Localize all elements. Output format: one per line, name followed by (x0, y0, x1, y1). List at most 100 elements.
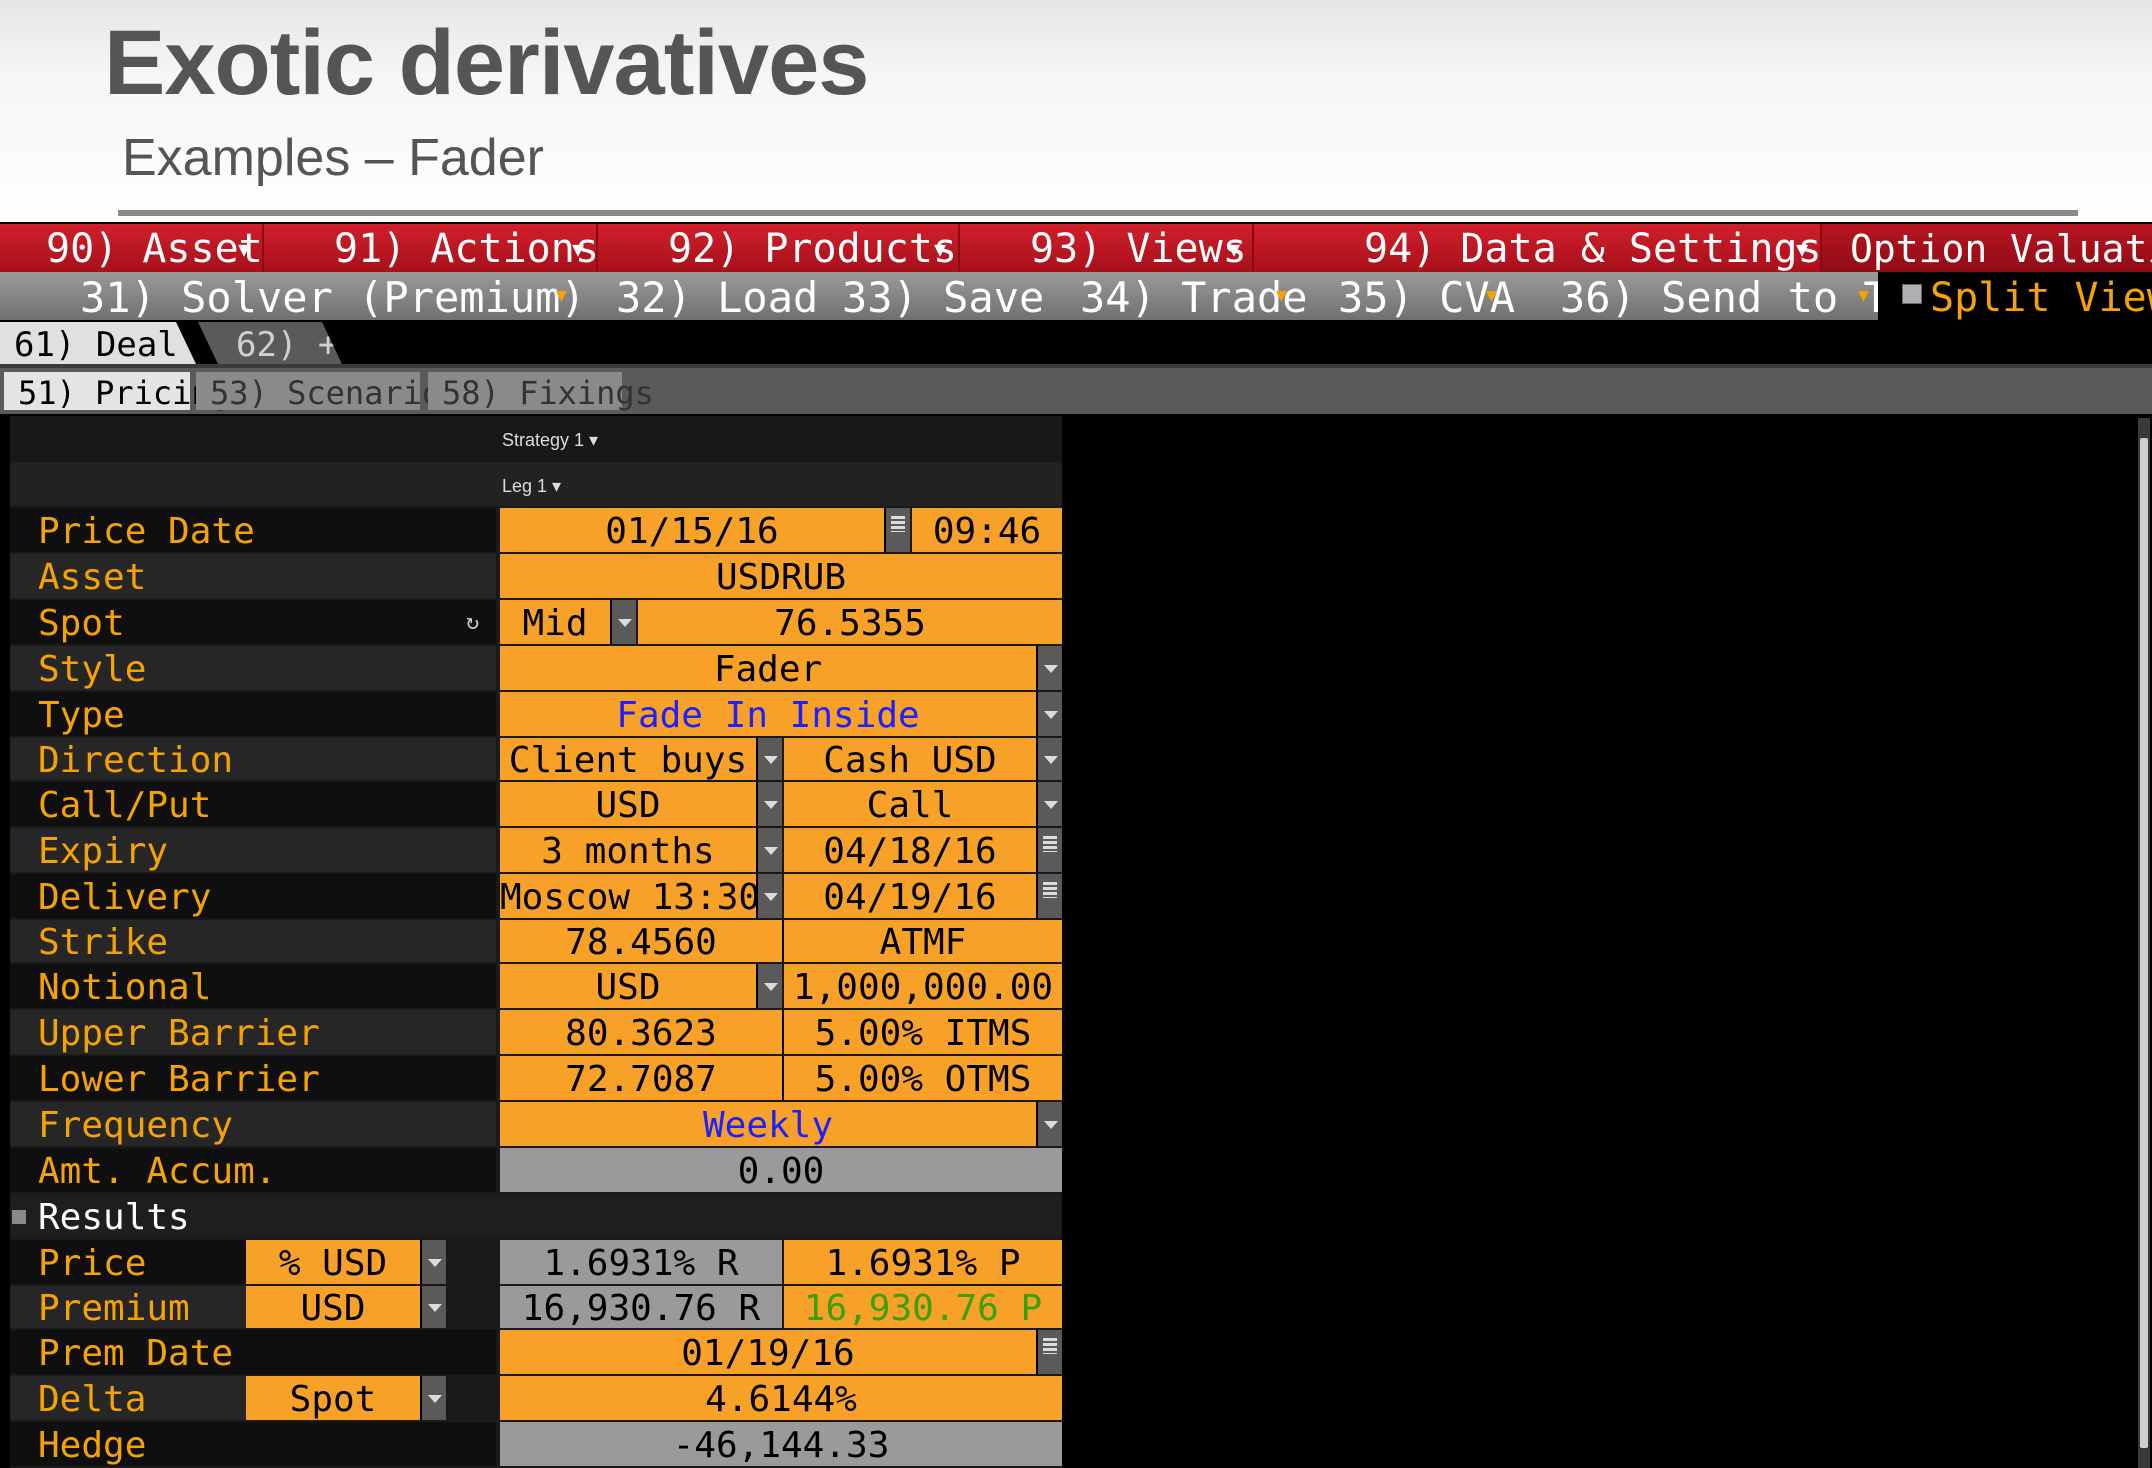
split-view-checkbox[interactable] (1902, 284, 1922, 304)
chevron-down-icon[interactable] (756, 738, 782, 780)
chevron-down-icon[interactable]: ▼ (1858, 272, 1869, 320)
chevron-down-icon[interactable]: ▼ (1276, 272, 1287, 320)
notional-amount-input[interactable]: 1,000,000.00 (784, 964, 1062, 1008)
notional-currency-select[interactable]: USD (500, 964, 756, 1008)
calendar-icon[interactable] (1036, 1330, 1062, 1374)
collapse-icon[interactable] (12, 1210, 26, 1224)
tab-deal-1[interactable]: 61) Deal 1 (0, 322, 196, 364)
chevron-down-icon[interactable]: ▼ (556, 272, 567, 320)
lower-barrier-label: Lower Barrier (10, 1056, 496, 1100)
chevron-down-icon[interactable]: ▼ (1486, 272, 1497, 320)
prem-date-input[interactable]: 01/19/16 (500, 1330, 1036, 1374)
tab-scenario[interactable]: 53) Scenario (196, 372, 441, 412)
calendar-icon[interactable] (1036, 828, 1062, 872)
menu-views[interactable]: 93) Views ▼ (960, 224, 1254, 272)
chevron-down-icon[interactable] (756, 964, 782, 1008)
premium-unit-select[interactable]: USD (246, 1286, 420, 1328)
strike-mode-input[interactable]: ATMF (784, 920, 1062, 962)
frequency-label: Frequency (10, 1102, 496, 1146)
price-time-input[interactable]: 09:46 (912, 508, 1062, 552)
asset-input[interactable]: USDRUB (500, 554, 1062, 598)
amt-accum-label: Amt. Accum. (10, 1148, 496, 1192)
direction-select[interactable]: Client buys (500, 738, 756, 780)
strike-label: Strike (10, 920, 496, 963)
lower-barrier-input[interactable]: 72.7087 (500, 1056, 782, 1100)
chevron-down-icon[interactable] (756, 874, 782, 918)
upper-barrier-input[interactable]: 80.3623 (500, 1010, 782, 1054)
strategy-selector[interactable]: Strategy 1 ▾ (502, 430, 598, 451)
calendar-icon[interactable] (884, 508, 910, 552)
price-value-bank[interactable]: 1.6931% P (784, 1240, 1062, 1284)
call-put-select[interactable]: Call (784, 782, 1036, 826)
save-button[interactable]: 33) Save (842, 272, 1044, 322)
tab-fixings[interactable]: 58) Fixings (428, 372, 654, 412)
chevron-down-icon[interactable] (610, 600, 636, 644)
spot-rate-input[interactable]: 76.5355 (638, 600, 1062, 644)
pricing-panel: Strategy 1 ▾ Leg 1 ▾ Price Date 01/15/16… (10, 416, 1062, 1468)
type-select[interactable]: Fade In Inside (500, 692, 1036, 736)
direction-label: Direction (10, 738, 496, 781)
toolbar: 31) Solver (Premium) ▼ 32) Load 33) Save… (0, 272, 1914, 322)
split-view-toggle[interactable]: Split View (1878, 272, 2152, 321)
chevron-down-icon[interactable] (420, 1376, 446, 1420)
spot-label: Spot (10, 600, 496, 644)
chevron-down-icon[interactable] (1036, 738, 1062, 780)
chevron-down-icon[interactable] (1036, 692, 1062, 736)
option-valuation-title: Option Valuation (1822, 224, 2152, 272)
chevron-down-icon[interactable] (756, 828, 782, 872)
tab-add-deal[interactable]: 62) + (198, 322, 342, 364)
load-button[interactable]: 32) Load (616, 272, 818, 322)
chevron-down-icon[interactable] (420, 1240, 446, 1284)
call-put-currency-select[interactable]: USD (500, 782, 756, 826)
hedge-label: Hedge (10, 1422, 496, 1466)
slide-divider (118, 210, 2078, 216)
upper-barrier-pct-input[interactable]: 5.00% ITMS (784, 1010, 1062, 1054)
delta-label: Delta (10, 1376, 246, 1420)
hedge-value: -46,144.33 (500, 1422, 1062, 1466)
strike-input[interactable]: 78.4560 (500, 920, 782, 962)
expiry-label: Expiry (10, 828, 496, 872)
leg-selector[interactable]: Leg 1 ▾ (502, 476, 561, 497)
expiry-tenor-select[interactable]: 3 months (500, 828, 756, 872)
expiry-date-input[interactable]: 04/18/16 (784, 828, 1036, 872)
price-date-input[interactable]: 01/15/16 (500, 508, 884, 552)
menu-actions[interactable]: 91) Actions ▼ (264, 224, 599, 272)
solver-button[interactable]: 31) Solver (Premium) (80, 272, 586, 322)
vertical-scrollbar[interactable] (2138, 418, 2150, 1468)
style-label: Style (10, 646, 496, 690)
results-header: Results (10, 1194, 1062, 1238)
call-put-label: Call/Put (10, 782, 496, 826)
trade-button[interactable]: 34) Trade (1080, 272, 1308, 322)
refresh-icon[interactable]: ↻ (466, 610, 479, 635)
chevron-down-icon: ▼ (933, 237, 946, 261)
chevron-down-icon[interactable] (420, 1286, 446, 1328)
chevron-down-icon: ▼ (571, 237, 584, 261)
chevron-down-icon[interactable] (756, 782, 782, 826)
pricing-grid: Strategy 1 ▾ Leg 1 ▾ Price Date 01/15/16… (0, 414, 2152, 1468)
deal-tabs: 61) Deal 1 62) + (0, 322, 2152, 364)
chevron-down-icon[interactable] (1036, 646, 1062, 690)
delta-value[interactable]: 4.6144% (500, 1376, 1062, 1420)
menu-data-settings[interactable]: 94) Data & Settings ▼ (1254, 224, 1822, 272)
frequency-select[interactable]: Weekly (500, 1102, 1036, 1146)
slide-header: Exotic derivatives Examples – Fader (0, 0, 2152, 222)
delivery-date-input[interactable]: 04/19/16 (784, 874, 1036, 918)
menu-asset[interactable]: 90) Asset ▼ (0, 224, 264, 272)
settlement-select[interactable]: Cash USD (784, 738, 1036, 780)
scrollbar-thumb[interactable] (2140, 438, 2148, 1448)
tab-pricing[interactable]: 51) Pricing (4, 372, 230, 412)
price-date-label: Price Date (10, 508, 496, 552)
slide-title: Exotic derivatives (104, 12, 869, 114)
chevron-down-icon[interactable] (1036, 782, 1062, 826)
price-value-client: 1.6931% R (500, 1240, 782, 1284)
spot-side-select[interactable]: Mid (500, 600, 610, 644)
delivery-cut-select[interactable]: Moscow 13:30 (500, 874, 756, 918)
calendar-icon[interactable] (1036, 874, 1062, 918)
menu-products[interactable]: 92) Products ▼ (598, 224, 960, 272)
chevron-down-icon[interactable] (1036, 1102, 1062, 1146)
price-unit-select[interactable]: % USD (246, 1240, 420, 1284)
premium-value-bank[interactable]: 16,930.76 P (784, 1286, 1062, 1328)
delta-type-select[interactable]: Spot (246, 1376, 420, 1420)
lower-barrier-pct-input[interactable]: 5.00% OTMS (784, 1056, 1062, 1100)
style-select[interactable]: Fader (500, 646, 1036, 690)
